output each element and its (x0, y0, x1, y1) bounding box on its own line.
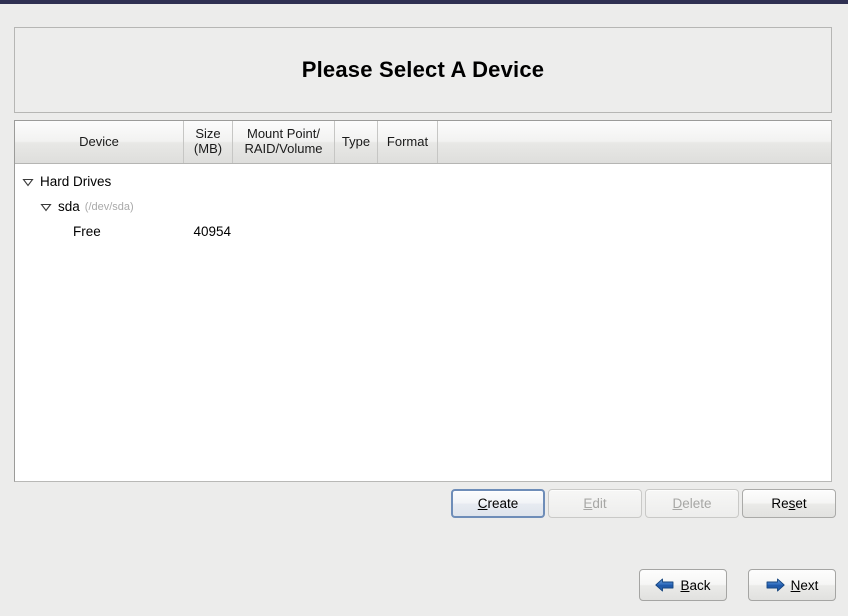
create-button[interactable]: Create (451, 489, 546, 518)
column-header-size-line1: Size (195, 126, 221, 142)
delete-button-label: elete (682, 496, 712, 511)
tree-row-device-detail: (/dev/sda) (84, 200, 134, 213)
back-button-mnemonic: B (680, 577, 690, 593)
tree-row-device-label: sda (58, 199, 80, 214)
create-button-mnemonic: C (477, 496, 488, 511)
chevron-down-icon[interactable] (21, 175, 35, 189)
button-spacer (546, 489, 547, 518)
tree-cell-device: Hard Drives (15, 174, 184, 189)
column-header-format[interactable]: Format (378, 121, 438, 163)
table-row[interactable]: Hard Drives (15, 169, 831, 194)
delete-button[interactable]: Delete (645, 489, 739, 518)
column-header-mount-point[interactable]: Mount Point/ RAID/Volume (233, 121, 335, 163)
device-table: Device Size (MB) Mount Point/ RAID/Volum… (14, 120, 832, 482)
next-button[interactable]: Next (748, 569, 836, 601)
back-button-label: ack (689, 577, 711, 593)
wizard-nav-buttons: Back Next (639, 569, 836, 601)
column-header-device-label: Device (79, 133, 119, 149)
reset-button[interactable]: Re s et (741, 489, 836, 518)
edit-button-label: dit (592, 496, 607, 511)
tree-cell-size: 40954 (193, 224, 231, 239)
column-header-mount-line2: RAID/Volume (244, 141, 323, 156)
next-button-label: ext (800, 577, 819, 593)
button-spacer (643, 489, 644, 518)
arrow-right-icon (766, 577, 785, 593)
button-spacer (740, 489, 741, 518)
reset-button-mnemonic: s (788, 496, 796, 511)
tree-cell-device: Free (15, 224, 184, 239)
column-header-device[interactable]: Device (15, 121, 184, 163)
tree-cell-device: sda (/dev/sda) (15, 199, 184, 214)
table-row[interactable]: Free 40954 (15, 219, 831, 244)
column-header-type[interactable]: Type (335, 121, 378, 163)
table-column-header: Device Size (MB) Mount Point/ RAID/Volum… (15, 121, 831, 164)
partition-action-buttons: Create Edit Delete Re s et (451, 489, 836, 518)
column-header-filler (438, 121, 831, 163)
back-button[interactable]: Back (639, 569, 727, 601)
edit-button-mnemonic: E (583, 496, 593, 511)
window-top-strip (0, 0, 848, 4)
column-header-size-line2: (MB) (193, 141, 223, 156)
arrow-left-icon (655, 577, 674, 593)
column-header-format-label: Format (386, 133, 429, 149)
delete-button-mnemonic: D (672, 496, 683, 511)
column-header-size[interactable]: Size (MB) (184, 121, 233, 163)
reset-button-prefix: Re (771, 496, 789, 511)
edit-button[interactable]: Edit (548, 489, 643, 518)
tree-row-device-label: Free (73, 224, 101, 239)
device-tree[interactable]: Hard Drives sda (/dev/sda) Free 40954 (15, 164, 831, 481)
title-panel: Please Select A Device (14, 27, 832, 113)
table-row[interactable]: sda (/dev/sda) (15, 194, 831, 219)
next-button-mnemonic: N (790, 577, 801, 593)
column-header-mount-line1: Mount Point/ (247, 126, 320, 142)
tree-row-device-label: Hard Drives (40, 174, 112, 189)
page-title: Please Select A Device (301, 57, 545, 82)
column-header-type-label: Type (341, 133, 371, 149)
chevron-down-icon[interactable] (39, 200, 53, 214)
reset-button-label: et (795, 496, 807, 511)
create-button-label: reate (487, 496, 519, 511)
